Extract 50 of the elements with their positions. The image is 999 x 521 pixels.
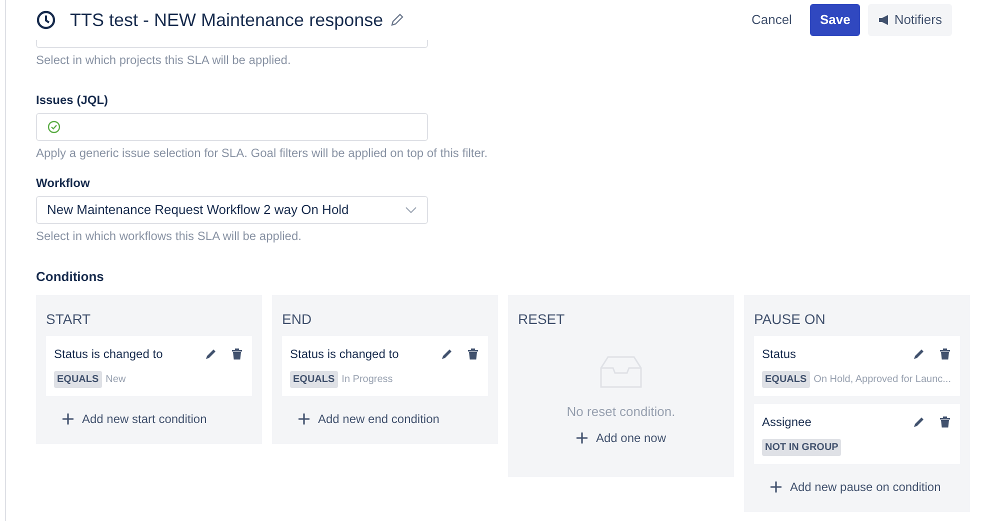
save-button[interactable]: Save xyxy=(810,4,860,36)
pencil-icon[interactable] xyxy=(440,346,454,360)
condition-label: Assignee xyxy=(762,414,812,430)
panel-title: PAUSE ON xyxy=(754,310,826,328)
pencil-icon[interactable] xyxy=(204,346,218,360)
field-hint: Apply a generic issue selection for SLA. Goal filters will be applied on top of this filter. xyxy=(36,145,489,162)
operator-tag: EQUALS xyxy=(762,370,810,388)
operator-tag: EQUALS xyxy=(54,370,102,388)
cancel-button[interactable]: Cancel xyxy=(741,4,802,36)
notifiers-button[interactable]: Notifiers xyxy=(868,4,952,36)
field-hint: Select in which projects this SLA will be applied. xyxy=(36,52,292,69)
pencil-icon[interactable] xyxy=(912,414,926,428)
trash-icon[interactable] xyxy=(466,346,480,360)
jql-field[interactable] xyxy=(36,113,428,141)
condition-label: Status xyxy=(762,346,798,362)
check-circle-icon xyxy=(47,120,61,134)
megaphone-icon xyxy=(878,14,890,26)
operator-tag: EQUALS xyxy=(290,370,338,388)
field-label: Workflow xyxy=(36,175,91,192)
add-condition-button[interactable]: Add new start condition xyxy=(46,404,223,434)
condition-value: New xyxy=(106,372,126,386)
empty-message: No reset condition. xyxy=(566,402,676,420)
pencil-icon[interactable] xyxy=(912,346,926,360)
condition-label: Status is changed to xyxy=(54,346,164,362)
trash-icon[interactable] xyxy=(938,414,952,428)
plus-icon xyxy=(298,412,310,424)
condition-label: Status is changed to xyxy=(290,346,400,362)
chevron-down-icon xyxy=(405,206,417,214)
field-label: Issues (JQL) xyxy=(36,92,110,109)
workflow-select[interactable]: New Maintenance Request Workflow 2 way On Hold xyxy=(36,196,428,224)
add-condition-button[interactable]: Add one now xyxy=(560,429,682,467)
plus-icon xyxy=(576,432,588,444)
section-title: Conditions xyxy=(36,268,105,286)
add-condition-button[interactable]: Add new end condition xyxy=(282,404,456,434)
panel-title: END xyxy=(282,310,313,328)
trash-icon[interactable] xyxy=(938,346,952,360)
panel-title: START xyxy=(46,310,92,328)
condition-value: In Progress xyxy=(342,372,393,386)
clock-icon xyxy=(36,10,56,30)
condition-value: On Hold, Approved for Launc... xyxy=(814,372,951,386)
operator-tag: NOT IN GROUP xyxy=(762,438,842,456)
plus-icon xyxy=(62,412,74,424)
page-title: TTS test - NEW Maintenance response xyxy=(70,8,384,32)
field-hint: Select in which workflows this SLA will be applied. xyxy=(36,228,302,245)
panel-title: RESET xyxy=(518,310,566,328)
pencil-icon[interactable] xyxy=(389,12,406,28)
add-condition-button[interactable]: Add new pause on condition xyxy=(754,472,957,502)
project-field[interactable] xyxy=(36,40,428,48)
plus-icon xyxy=(770,480,782,492)
trash-icon[interactable] xyxy=(230,346,244,360)
